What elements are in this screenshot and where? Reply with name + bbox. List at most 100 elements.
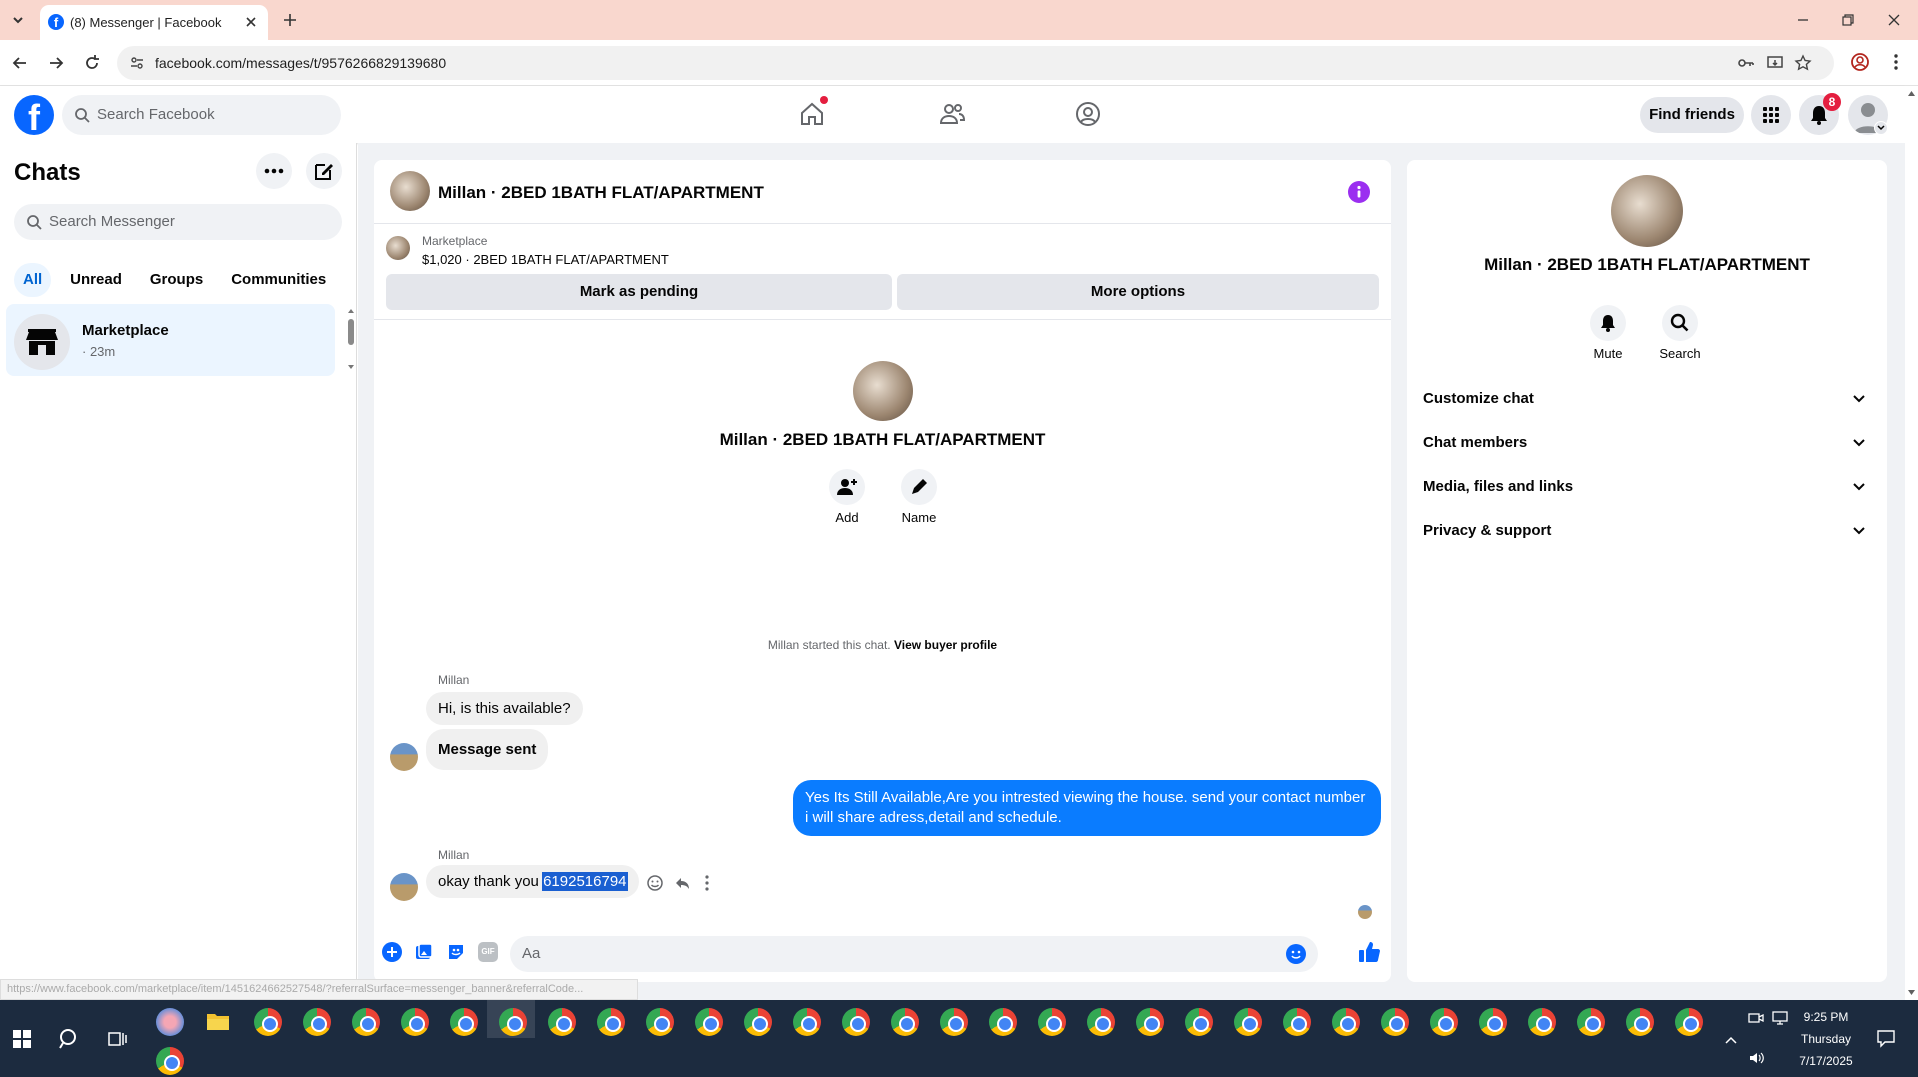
windows-start-icon[interactable] [12, 1029, 32, 1049]
reload-icon[interactable] [82, 53, 102, 73]
bookmark-star-icon[interactable] [1794, 54, 1812, 72]
filter-communities[interactable]: Communities [222, 263, 335, 297]
back-icon[interactable] [10, 53, 30, 73]
composer-plus-icon[interactable] [382, 942, 402, 962]
name-chat-button[interactable] [901, 469, 937, 505]
action-center-icon[interactable] [1876, 1028, 1896, 1048]
chrome-taskbar-icon[interactable] [499, 1008, 527, 1036]
header-title[interactable]: Millan · 2BED 1BATH FLAT/APARTMENT [438, 183, 764, 203]
view-buyer-profile-link[interactable]: View buyer profile [894, 638, 997, 652]
meet-now-icon[interactable] [1748, 1010, 1764, 1026]
tab-close-icon[interactable] [243, 14, 259, 30]
listing-thumbnail[interactable] [386, 236, 410, 260]
taskbar-search-icon[interactable] [58, 1028, 80, 1050]
section-chat-members[interactable]: Chat members [1415, 420, 1879, 464]
chrome-taskbar-icon[interactable] [842, 1008, 870, 1036]
forward-icon[interactable] [46, 53, 66, 73]
clock-day[interactable]: Thursday [1786, 1032, 1866, 1046]
emoji-icon[interactable] [1286, 944, 1306, 964]
chrome-taskbar-icon[interactable] [1479, 1008, 1507, 1036]
sticker-icon[interactable] [446, 942, 466, 962]
chrome-taskbar-icon[interactable] [1626, 1008, 1654, 1036]
section-customize-chat[interactable]: Customize chat [1415, 376, 1879, 420]
chrome-taskbar-icon[interactable] [1038, 1008, 1066, 1036]
minimize-icon[interactable] [1795, 12, 1811, 28]
chat-options-button[interactable] [256, 153, 292, 189]
conversation-profile-avatar[interactable] [853, 361, 913, 421]
add-member-button[interactable] [829, 469, 865, 505]
site-info-icon[interactable] [129, 55, 145, 71]
file-explorer-icon[interactable] [206, 1011, 230, 1031]
chrome-taskbar-icon[interactable] [1136, 1008, 1164, 1036]
browser-tab[interactable]: f (8) Messenger | Facebook [40, 5, 268, 40]
chrome-taskbar-icon[interactable] [695, 1008, 723, 1036]
message-composer-input[interactable]: Aa [510, 936, 1318, 972]
browser-menu-icon[interactable] [1888, 52, 1904, 72]
mark-as-pending-button[interactable]: Mark as pending [386, 274, 892, 310]
gaming-icon[interactable] [1074, 100, 1102, 128]
message-bubble-incoming-1[interactable]: Hi, is this available? [426, 692, 583, 725]
notifications-button[interactable]: 8 [1799, 93, 1841, 135]
messenger-search-input[interactable]: Search Messenger [14, 204, 342, 240]
account-chevron-icon[interactable] [1874, 121, 1888, 135]
profile-icon[interactable] [1850, 52, 1870, 72]
chrome-taskbar-icon[interactable] [646, 1008, 674, 1036]
filter-all[interactable]: All [14, 263, 52, 297]
volume-icon[interactable] [1748, 1050, 1766, 1066]
tab-search-icon[interactable] [8, 10, 28, 30]
chrome-taskbar-icon[interactable] [891, 1008, 919, 1036]
reply-icon[interactable] [673, 874, 691, 892]
clock-date[interactable]: 7/17/2025 [1786, 1054, 1866, 1068]
chrome-taskbar-icon[interactable] [989, 1008, 1017, 1036]
task-view-icon[interactable] [107, 1029, 127, 1049]
listing-title[interactable]: $1,020 · 2BED 1BATH FLAT/APARTMENT [422, 252, 669, 267]
menu-grid-button[interactable] [1751, 95, 1791, 135]
tray-chevron-icon[interactable] [1723, 1032, 1739, 1048]
chrome-taskbar-icon[interactable] [303, 1008, 331, 1036]
window-close-icon[interactable] [1886, 12, 1902, 28]
new-message-button[interactable] [306, 153, 342, 189]
facebook-search-input[interactable]: Search Facebook [62, 95, 341, 135]
chrome-taskbar-icon[interactable] [352, 1008, 380, 1036]
section-media-files-links[interactable]: Media, files and links [1415, 464, 1879, 508]
gif-icon[interactable]: GIF [478, 942, 498, 962]
message-more-icon[interactable] [701, 874, 713, 892]
chrome-taskbar-icon[interactable] [1577, 1008, 1605, 1036]
find-friends-button[interactable]: Find friends [1640, 97, 1744, 133]
chrome-taskbar-icon[interactable] [401, 1008, 429, 1036]
clock-time[interactable]: 9:25 PM [1786, 1010, 1866, 1024]
chrome-taskbar-icon[interactable] [450, 1008, 478, 1036]
chrome-taskbar-icon[interactable] [940, 1008, 968, 1036]
home-icon[interactable] [798, 96, 828, 128]
chrome-taskbar-icon[interactable] [1528, 1008, 1556, 1036]
chrome-taskbar-icon[interactable] [1185, 1008, 1213, 1036]
message-bubble-incoming-2[interactable]: Message sent [426, 729, 549, 770]
chrome-taskbar-icon[interactable] [1234, 1008, 1262, 1036]
chrome-taskbar-icon[interactable] [597, 1008, 625, 1036]
filter-unread[interactable]: Unread [61, 263, 131, 297]
taskbar-app-icon[interactable] [156, 1008, 184, 1036]
chrome-taskbar-icon[interactable] [254, 1008, 282, 1036]
react-icon[interactable] [646, 874, 664, 892]
chrome-taskbar-icon[interactable] [1430, 1008, 1458, 1036]
chrome-taskbar-icon[interactable] [1087, 1008, 1115, 1036]
chrome-taskbar-icon[interactable] [1675, 1008, 1703, 1036]
omnibox[interactable]: facebook.com/messages/t/9576266829139680 [117, 46, 1834, 80]
chrome-taskbar-icon[interactable] [156, 1047, 184, 1075]
conversation-info-icon[interactable] [1348, 181, 1370, 203]
install-icon[interactable] [1766, 54, 1784, 72]
section-privacy-support[interactable]: Privacy & support [1415, 508, 1879, 552]
search-in-conversation-button[interactable] [1662, 305, 1698, 341]
message-bubble-incoming-3[interactable]: okay thank you 6192516794 [426, 865, 639, 898]
chat-list-scrollbar[interactable] [346, 306, 356, 372]
facebook-logo-icon[interactable]: f [14, 95, 54, 135]
filter-groups[interactable]: Groups [141, 263, 212, 297]
key-icon[interactable] [1737, 54, 1755, 72]
chrome-taskbar-icon[interactable] [1283, 1008, 1311, 1036]
page-scrollbar[interactable] [1905, 86, 1918, 1000]
info-avatar[interactable] [1611, 175, 1683, 247]
chrome-taskbar-icon[interactable] [744, 1008, 772, 1036]
chrome-taskbar-icon[interactable] [548, 1008, 576, 1036]
chrome-taskbar-icon[interactable] [1332, 1008, 1360, 1036]
header-avatar[interactable] [390, 171, 430, 211]
